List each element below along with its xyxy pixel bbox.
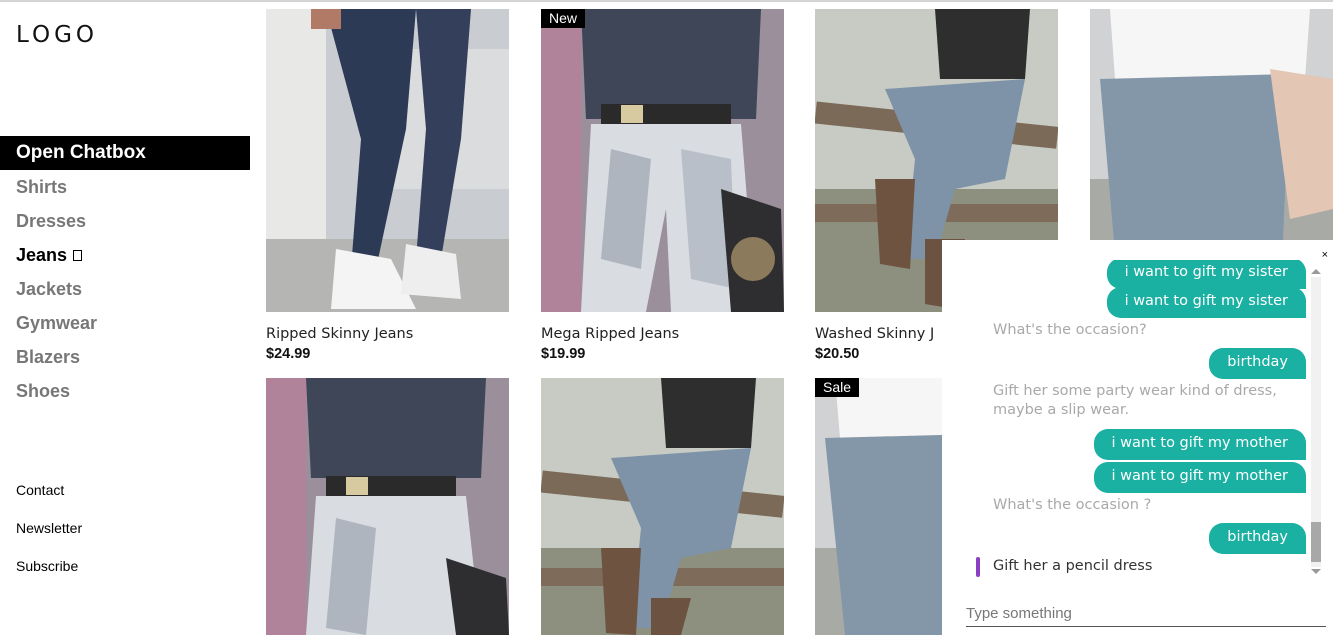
new-badge: New <box>541 9 586 28</box>
nav-item-jeans[interactable]: Jeans <box>0 238 250 272</box>
chat-log[interactable]: i want to gift my sister i want to gift … <box>942 260 1306 578</box>
logo[interactable]: LOGO <box>16 22 98 48</box>
open-chatbox-button[interactable]: Open Chatbox <box>0 136 250 170</box>
product-name[interactable]: Washed Skinny J <box>815 326 934 342</box>
user-message: birthday <box>1209 523 1306 554</box>
nav-item-dresses[interactable]: Dresses <box>0 204 250 238</box>
chatbox: × i want to gift my sister i want to gif… <box>942 240 1333 635</box>
nav-item-shirts[interactable]: Shirts <box>0 170 250 204</box>
product-image[interactable] <box>541 378 784 635</box>
product-price: $20.50 <box>815 346 860 362</box>
product-image[interactable] <box>266 378 509 635</box>
newsletter-link[interactable]: Newsletter <box>16 518 82 556</box>
sidebar-nav: Open Chatbox Shirts Dresses Jeans Jacket… <box>0 136 250 408</box>
chat-input[interactable] <box>966 601 1326 627</box>
nav-item-jeans-label: Jeans <box>16 245 68 265</box>
scrollbar-thumb[interactable] <box>1311 522 1321 562</box>
nav-item-blazers[interactable]: Blazers <box>0 340 250 374</box>
user-message: i want to gift my sister <box>1106 260 1306 289</box>
sale-badge: Sale <box>815 378 860 397</box>
product-price: $19.99 <box>541 346 586 362</box>
scroll-down-icon[interactable] <box>1311 569 1321 574</box>
nav-item-shoes[interactable]: Shoes <box>0 374 250 408</box>
contact-link[interactable]: Contact <box>16 480 82 518</box>
nav-item-gymwear[interactable]: Gymwear <box>0 306 250 340</box>
product-price: $24.99 <box>266 346 311 362</box>
product-image[interactable]: New <box>541 9 784 312</box>
user-message: i want to gift my sister <box>1106 287 1306 318</box>
scroll-up-icon[interactable] <box>1311 269 1321 274</box>
typing-indicator <box>976 557 980 577</box>
sidebar: LOGO Open Chatbox Shirts Dresses Jeans J… <box>0 0 250 635</box>
chat-scrollbar[interactable] <box>1308 267 1322 578</box>
product-name[interactable]: Mega Ripped Jeans <box>541 326 679 342</box>
product-image[interactable] <box>266 9 509 312</box>
dropdown-caret-icon <box>73 250 83 261</box>
close-icon[interactable]: × <box>1322 249 1328 261</box>
bot-message: Gift her some party wear kind of dress, … <box>993 383 1277 418</box>
product-name[interactable]: Ripped Skinny Jeans <box>266 326 413 342</box>
user-message: birthday <box>1209 348 1306 379</box>
user-message: i want to gift my mother <box>1093 429 1306 460</box>
user-message: i want to gift my mother <box>1093 462 1306 493</box>
bot-message: Gift her a pencil dress <box>993 558 1153 574</box>
subscribe-link[interactable]: Subscribe <box>16 556 82 594</box>
nav-item-jackets[interactable]: Jackets <box>0 272 250 306</box>
footer-links: Contact Newsletter Subscribe <box>16 480 82 594</box>
bot-message: What's the occasion ? <box>993 497 1152 513</box>
bot-message: What's the occasion? <box>993 322 1147 338</box>
